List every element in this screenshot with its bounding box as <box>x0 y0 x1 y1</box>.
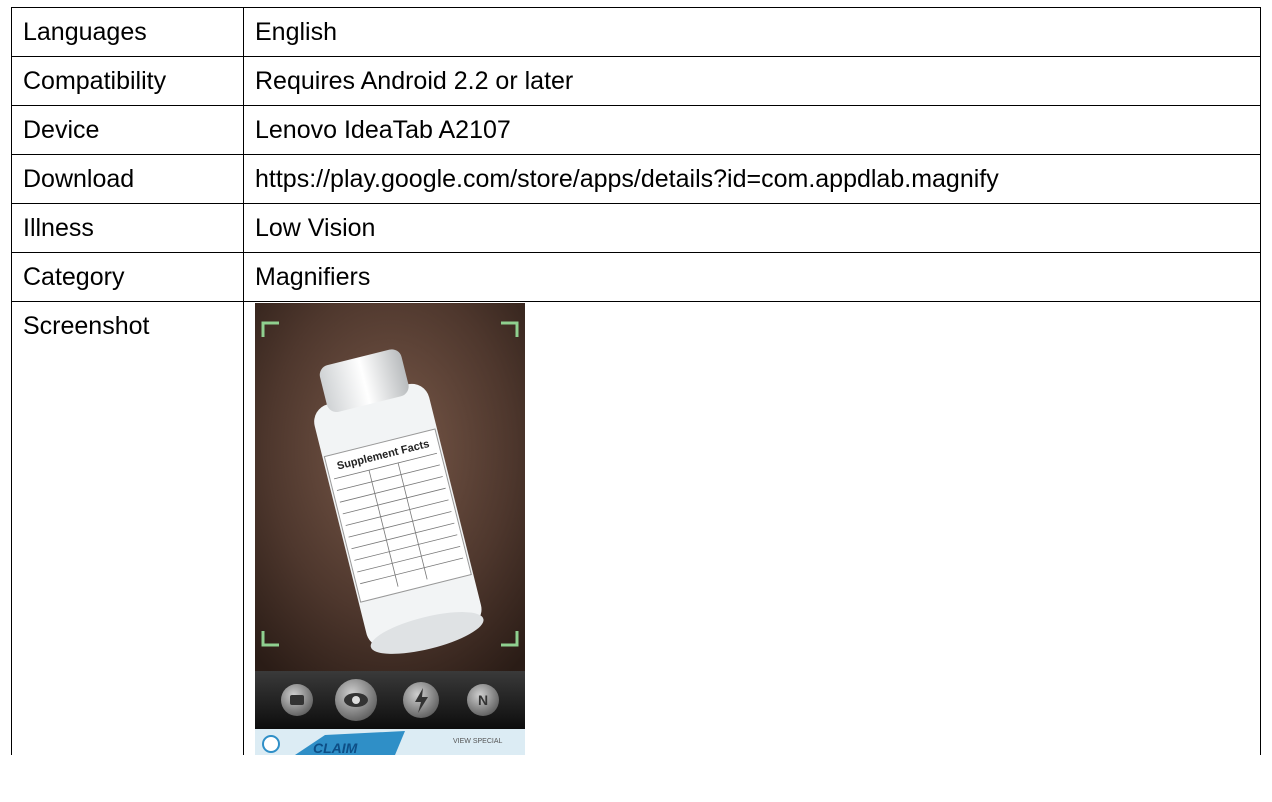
row-value: Low Vision <box>243 203 1261 253</box>
row-label: Illness <box>11 203 244 253</box>
screenshot-image: Supplement Facts N CLAIM VIEW SPECIAL <box>255 303 525 755</box>
row-value: Requires Android 2.2 or later <box>243 56 1261 106</box>
row-device: Device Lenovo IdeaTab A2107 <box>11 105 1261 155</box>
ad-text: VIEW SPECIAL <box>453 738 503 745</box>
row-label: Languages <box>11 7 244 57</box>
ad-brand: CLAIM <box>313 740 358 755</box>
row-value: Lenovo IdeaTab A2107 <box>243 105 1261 155</box>
row-value: Magnifiers <box>243 252 1261 302</box>
row-download: Download https://play.google.com/store/a… <box>11 154 1261 204</box>
row-value: English <box>243 7 1261 57</box>
row-label: Compatibility <box>11 56 244 106</box>
row-label: Category <box>11 252 244 302</box>
download-link[interactable]: https://play.google.com/store/apps/detai… <box>243 154 1261 204</box>
row-category: Category Magnifiers <box>11 252 1261 302</box>
row-label: Device <box>11 105 244 155</box>
app-info-table: Languages English Compatibility Requires… <box>11 7 1261 755</box>
screenshot-cell: Supplement Facts N CLAIM VIEW SPECIAL <box>243 301 1261 755</box>
n-mode-label: N <box>478 692 488 708</box>
row-screenshot: Screenshot Supplement Facts N CLAIM VIEW… <box>11 301 1261 755</box>
row-label: Screenshot <box>11 301 244 755</box>
row-illness: Illness Low Vision <box>11 203 1261 253</box>
row-languages: Languages English <box>11 7 1261 57</box>
app-screenshot: Supplement Facts N CLAIM VIEW SPECIAL <box>255 303 525 755</box>
row-compatibility: Compatibility Requires Android 2.2 or la… <box>11 56 1261 106</box>
row-label: Download <box>11 154 244 204</box>
